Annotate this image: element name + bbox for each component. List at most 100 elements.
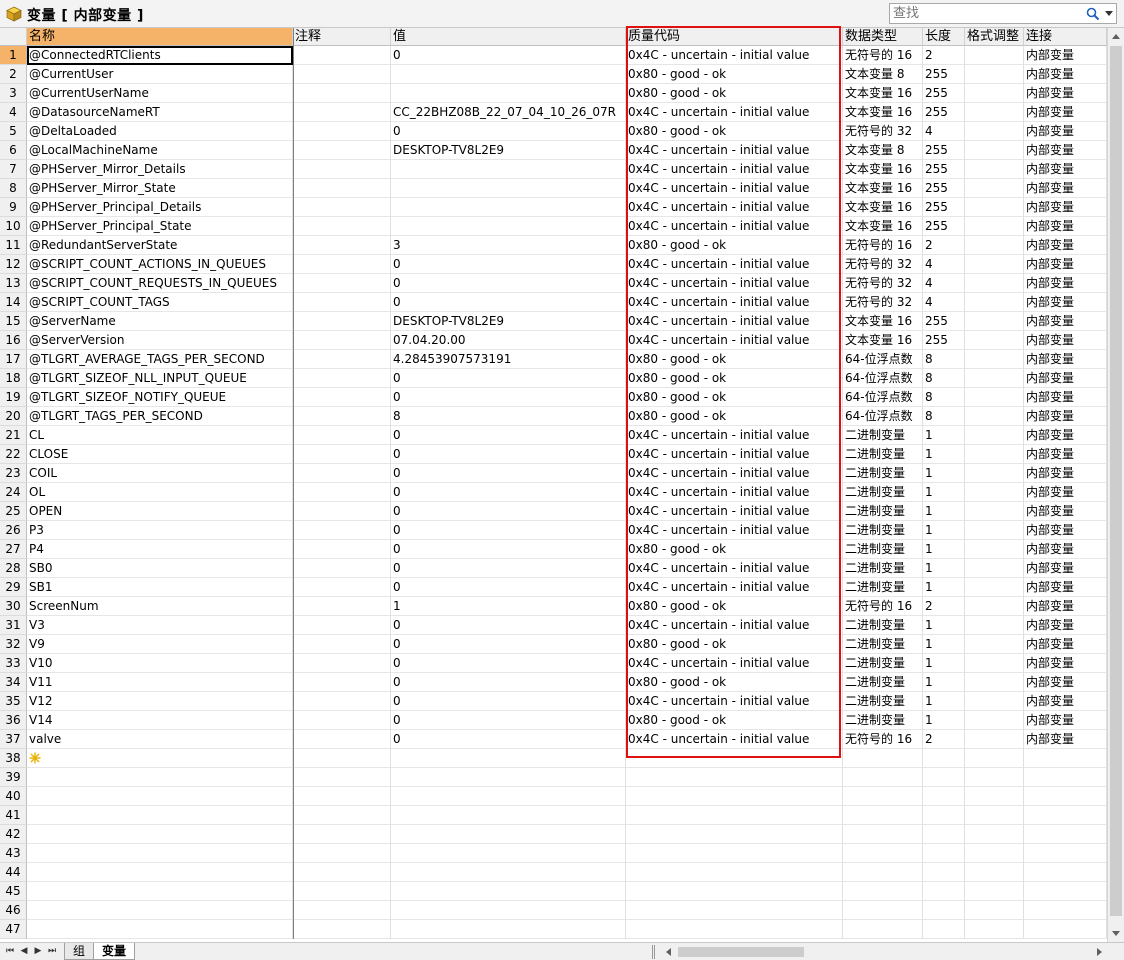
cell-name[interactable]: SB0 (27, 559, 293, 578)
table-row[interactable]: P4 0 0x80 - good - ok 二进制变量 1 内部变量 (27, 540, 1107, 559)
cell-connection[interactable]: 内部变量 (1024, 616, 1107, 635)
cell-name[interactable]: SB1 (27, 578, 293, 597)
cell-name[interactable]: V10 (27, 654, 293, 673)
cell-quality-code[interactable]: 0x80 - good - ok (626, 122, 843, 141)
table-row[interactable]: @PHServer_Mirror_Details 0x4C - uncertain… (27, 160, 1107, 179)
cell-data-type[interactable]: 64-位浮点数 (843, 388, 923, 407)
cell-data-type[interactable]: 二进制变量 (843, 654, 923, 673)
cell-connection[interactable] (1024, 882, 1107, 901)
row-number[interactable]: 4 (0, 103, 27, 122)
cell-value[interactable]: 0 (391, 578, 626, 597)
cell-format[interactable] (965, 654, 1024, 673)
row-number[interactable]: 19 (0, 388, 27, 407)
cell-length[interactable] (923, 920, 965, 939)
cell-value[interactable]: 0 (391, 293, 626, 312)
cell-data-type[interactable]: 文本变量 16 (843, 198, 923, 217)
cell-name[interactable]: @LocalMachineName (27, 141, 293, 160)
table-row[interactable]: @CurrentUserName 0x80 - good - ok 文本变量 16 2… (27, 84, 1107, 103)
cell-format[interactable] (965, 160, 1024, 179)
row-number[interactable]: 25 (0, 502, 27, 521)
cell-quality-code[interactable]: 0x4C - uncertain - initial value (626, 217, 843, 236)
cell-format[interactable] (965, 673, 1024, 692)
cell-value[interactable]: 0 (391, 730, 626, 749)
search-dropdown-icon[interactable] (1105, 11, 1113, 16)
last-sheet-icon[interactable]: ⏭ (46, 945, 58, 958)
table-row[interactable]: CL 0 0x4C - uncertain - initial value 二进制变量… (27, 426, 1107, 445)
cell-length[interactable]: 1 (923, 559, 965, 578)
cell-name[interactable]: @PHServer_Mirror_State (27, 179, 293, 198)
cell-value[interactable]: 0 (391, 711, 626, 730)
cell-value[interactable] (391, 825, 626, 844)
table-row[interactable]: V14 0 0x80 - good - ok 二进制变量 1 内部变量 (27, 711, 1107, 730)
cell-format[interactable] (965, 711, 1024, 730)
cell-data-type[interactable]: 二进制变量 (843, 673, 923, 692)
cell-data-type[interactable]: 无符号的 32 (843, 274, 923, 293)
cell-data-type[interactable] (843, 806, 923, 825)
cell-length[interactable]: 2 (923, 46, 965, 65)
cell-quality-code[interactable]: 0x80 - good - ok (626, 350, 843, 369)
cell-format[interactable] (965, 597, 1024, 616)
cell-quality-code[interactable] (626, 806, 843, 825)
cell-value[interactable] (391, 901, 626, 920)
search-box[interactable] (889, 3, 1117, 24)
cell-name[interactable]: @PHServer_Principal_Details (27, 198, 293, 217)
cell-data-type[interactable]: 二进制变量 (843, 426, 923, 445)
cell-name[interactable] (27, 844, 293, 863)
cell-format[interactable] (965, 559, 1024, 578)
cell-value[interactable]: DESKTOP-TV8L2E9 (391, 141, 626, 160)
cell-data-type[interactable]: 无符号的 32 (843, 122, 923, 141)
cell-length[interactable] (923, 844, 965, 863)
cell-quality-code[interactable]: 0x4C - uncertain - initial value (626, 483, 843, 502)
cell-comment[interactable] (293, 122, 391, 141)
table-row[interactable]: OL 0 0x4C - uncertain - initial value 二进制变量… (27, 483, 1107, 502)
cell-connection[interactable] (1024, 844, 1107, 863)
cell-connection[interactable]: 内部变量 (1024, 179, 1107, 198)
cell-connection[interactable]: 内部变量 (1024, 407, 1107, 426)
cell-comment[interactable] (293, 825, 391, 844)
cell-value[interactable]: 0 (391, 635, 626, 654)
cell-value[interactable] (391, 844, 626, 863)
row-number[interactable]: 41 (0, 806, 27, 825)
cell-comment[interactable] (293, 635, 391, 654)
scroll-left-icon[interactable] (666, 948, 671, 956)
row-number[interactable]: 11 (0, 236, 27, 255)
row-number[interactable]: 7 (0, 160, 27, 179)
column-header-name[interactable]: 名称 (27, 28, 293, 46)
cell-quality-code[interactable] (626, 768, 843, 787)
cell-comment[interactable] (293, 768, 391, 787)
cell-connection[interactable]: 内部变量 (1024, 445, 1107, 464)
cell-length[interactable]: 255 (923, 217, 965, 236)
cell-connection[interactable] (1024, 806, 1107, 825)
cell-connection[interactable] (1024, 749, 1107, 768)
cell-format[interactable] (965, 540, 1024, 559)
cell-name[interactable]: valve (27, 730, 293, 749)
cell-format[interactable] (965, 407, 1024, 426)
cell-name[interactable] (27, 882, 293, 901)
cell-value[interactable]: 0 (391, 502, 626, 521)
cell-format[interactable] (965, 521, 1024, 540)
cell-length[interactable]: 1 (923, 692, 965, 711)
cell-quality-code[interactable]: 0x4C - uncertain - initial value (626, 141, 843, 160)
table-row[interactable] (27, 768, 1107, 787)
cell-length[interactable]: 255 (923, 331, 965, 350)
cell-comment[interactable] (293, 863, 391, 882)
cell-comment[interactable] (293, 217, 391, 236)
table-row[interactable]: OPEN 0 0x4C - uncertain - initial value 二进制… (27, 502, 1107, 521)
cell-quality-code[interactable]: 0x4C - uncertain - initial value (626, 616, 843, 635)
cell-comment[interactable] (293, 445, 391, 464)
cell-data-type[interactable] (843, 768, 923, 787)
cell-comment[interactable] (293, 882, 391, 901)
cell-name[interactable]: @TLGRT_AVERAGE_TAGS_PER_SECOND (27, 350, 293, 369)
cell-format[interactable] (965, 217, 1024, 236)
cell-data-type[interactable]: 二进制变量 (843, 559, 923, 578)
cell-data-type[interactable]: 文本变量 8 (843, 65, 923, 84)
cell-data-type[interactable]: 二进制变量 (843, 635, 923, 654)
cell-connection[interactable]: 内部变量 (1024, 103, 1107, 122)
cell-length[interactable]: 1 (923, 673, 965, 692)
scroll-down-icon[interactable] (1112, 931, 1120, 936)
cell-data-type[interactable] (843, 920, 923, 939)
cell-quality-code[interactable]: 0x4C - uncertain - initial value (626, 692, 843, 711)
row-number[interactable]: 47 (0, 920, 27, 939)
cell-length[interactable] (923, 901, 965, 920)
horizontal-scroll-thumb[interactable] (678, 947, 804, 957)
